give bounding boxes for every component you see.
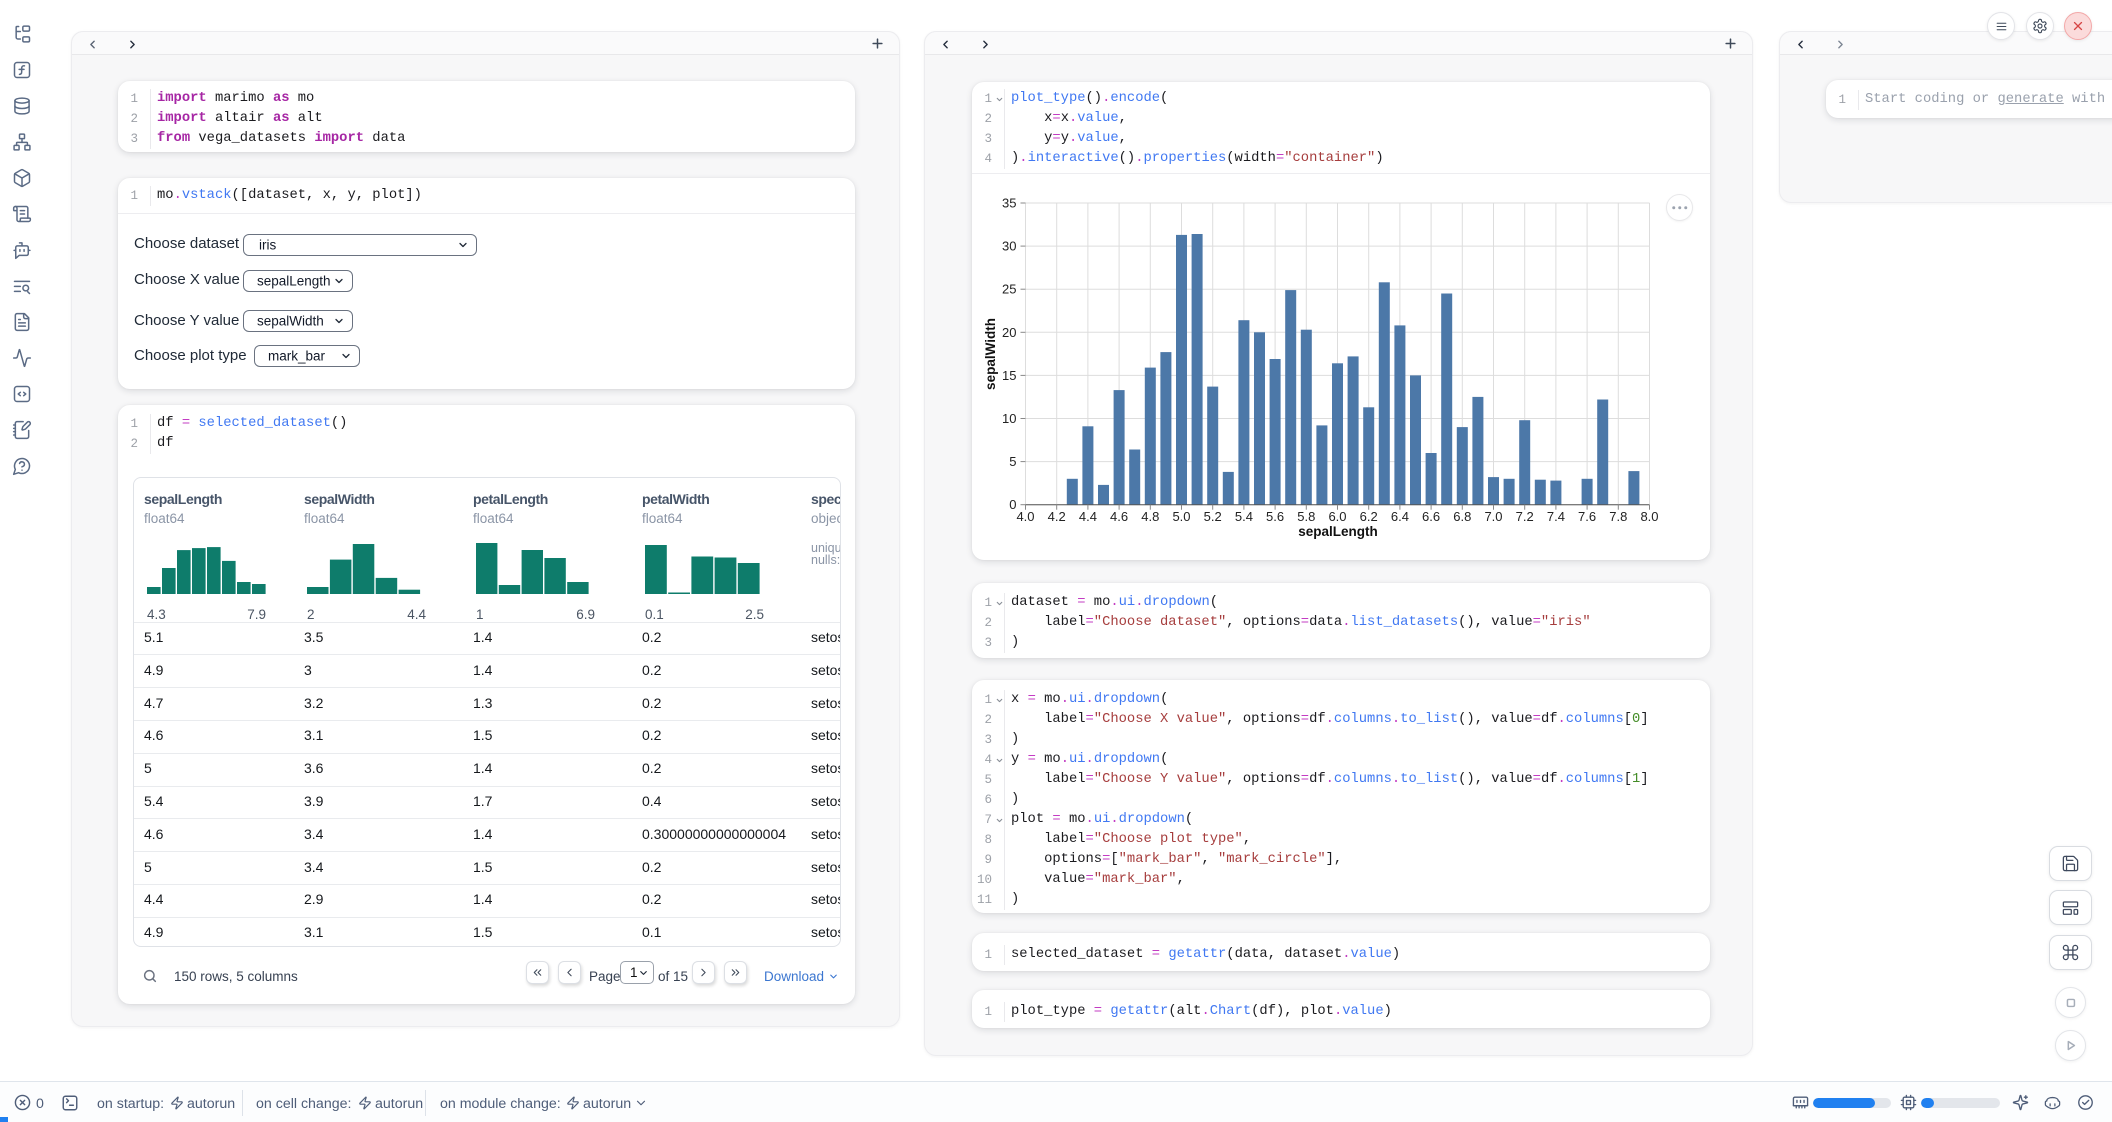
svg-text:30: 30 xyxy=(1002,239,1016,254)
svg-text:6.8: 6.8 xyxy=(1453,509,1471,524)
svg-text:sepalWidth: sepalWidth xyxy=(983,318,998,390)
svg-text:4.0: 4.0 xyxy=(1016,509,1034,524)
svg-text:0: 0 xyxy=(1009,497,1016,512)
svg-text:4.8: 4.8 xyxy=(1141,509,1159,524)
svg-text:6.0: 6.0 xyxy=(1328,509,1346,524)
svg-text:7.0: 7.0 xyxy=(1484,509,1502,524)
svg-text:5.0: 5.0 xyxy=(1172,509,1190,524)
svg-text:4.4: 4.4 xyxy=(1079,509,1097,524)
svg-text:6.4: 6.4 xyxy=(1391,509,1409,524)
svg-text:5.2: 5.2 xyxy=(1204,509,1222,524)
svg-text:6.2: 6.2 xyxy=(1360,509,1378,524)
svg-text:4.6: 4.6 xyxy=(1110,509,1128,524)
svg-text:7.8: 7.8 xyxy=(1609,509,1627,524)
svg-text:7.4: 7.4 xyxy=(1547,509,1565,524)
svg-text:7.6: 7.6 xyxy=(1578,509,1596,524)
svg-text:35: 35 xyxy=(1002,196,1016,211)
svg-text:25: 25 xyxy=(1002,282,1016,297)
svg-text:5.6: 5.6 xyxy=(1266,509,1284,524)
svg-text:sepalLength: sepalLength xyxy=(1298,524,1378,539)
svg-text:10: 10 xyxy=(1002,411,1016,426)
svg-text:4.2: 4.2 xyxy=(1048,509,1066,524)
svg-text:20: 20 xyxy=(1002,325,1016,340)
svg-text:15: 15 xyxy=(1002,368,1016,383)
svg-text:8.0: 8.0 xyxy=(1640,509,1658,524)
svg-text:5.4: 5.4 xyxy=(1235,509,1253,524)
svg-text:5.8: 5.8 xyxy=(1297,509,1315,524)
svg-text:5: 5 xyxy=(1009,454,1016,469)
svg-text:7.2: 7.2 xyxy=(1516,509,1534,524)
svg-text:6.6: 6.6 xyxy=(1422,509,1440,524)
